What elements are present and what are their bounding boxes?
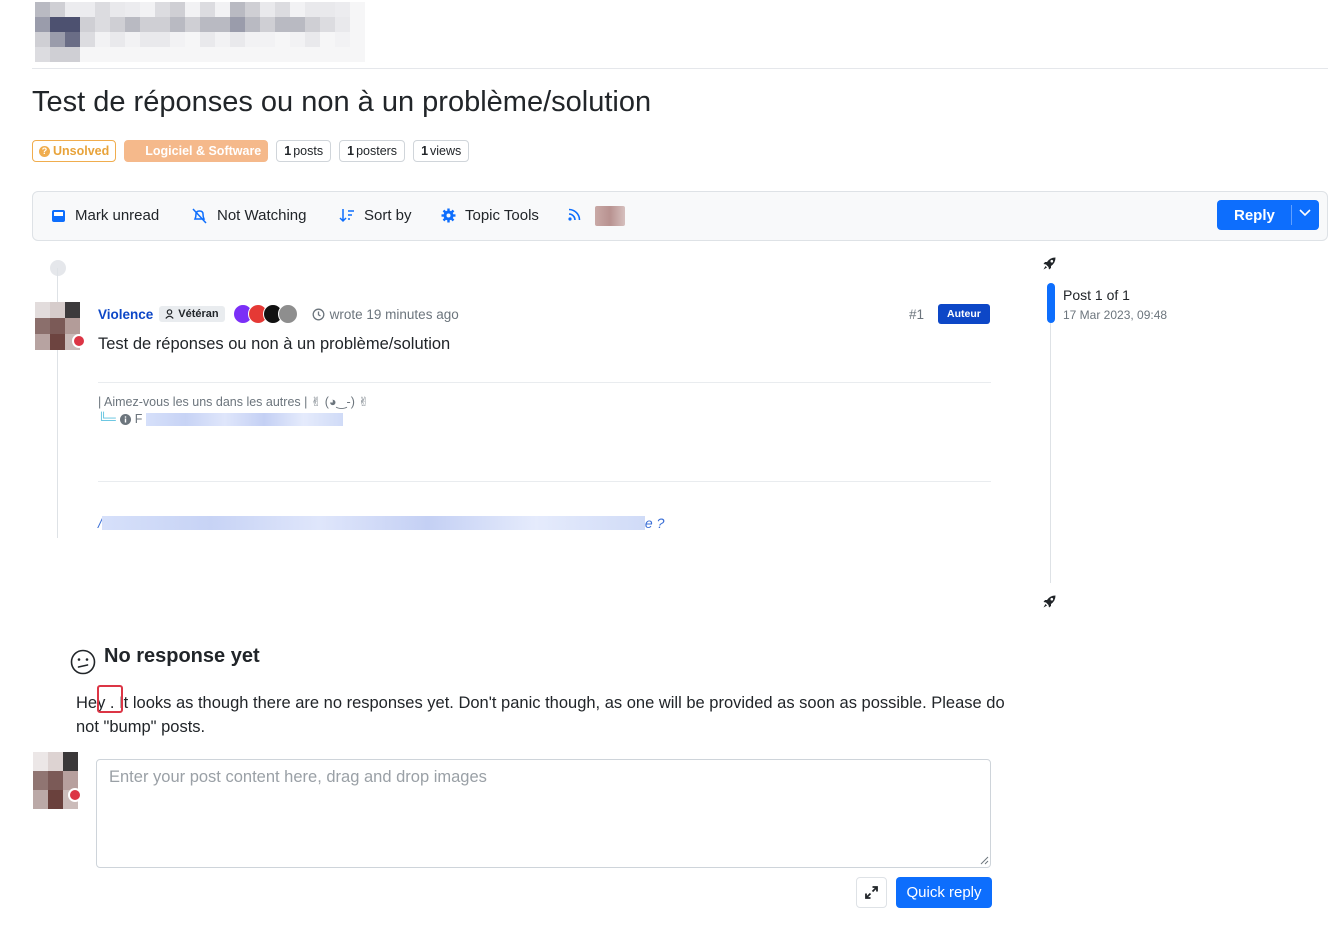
no-response-title: No response yet bbox=[104, 645, 260, 667]
rank-label: Vétéran bbox=[178, 308, 219, 320]
post-number[interactable]: #1 bbox=[909, 307, 924, 322]
chevron-down-icon[interactable] bbox=[1299, 208, 1311, 218]
redacted-text bbox=[146, 412, 344, 426]
gem-group-icon[interactable] bbox=[277, 304, 298, 324]
signature-bottom-divider bbox=[98, 481, 991, 482]
question-icon: ? bbox=[39, 145, 50, 157]
author-name[interactable]: Violence bbox=[98, 307, 153, 322]
rss-button[interactable] bbox=[568, 208, 581, 221]
rocket-icon[interactable] bbox=[1042, 256, 1057, 271]
watching-button[interactable]: Not Watching bbox=[191, 207, 306, 224]
user-avatar-thumbnail[interactable] bbox=[595, 206, 625, 226]
group-badges bbox=[232, 304, 298, 324]
reply-button[interactable]: Reply bbox=[1217, 200, 1319, 230]
quick-reply-button[interactable]: Quick reply bbox=[896, 877, 992, 908]
posts-count-value: 1 bbox=[284, 144, 292, 158]
signature-text-start: F bbox=[134, 412, 143, 426]
related-topic-link[interactable]: / e ? bbox=[98, 515, 664, 531]
signature-corner: ╚═ bbox=[98, 412, 116, 426]
posters-count: 1 posters bbox=[339, 140, 406, 162]
signature-line: | Aimez-vous les uns dans les autres | ✌… bbox=[98, 395, 369, 409]
user-icon bbox=[165, 309, 174, 319]
resize-grip-icon[interactable] bbox=[980, 856, 989, 865]
navigator-track[interactable] bbox=[1050, 283, 1051, 583]
post-header: Violence Vétéran wrote 19 minutes ago bbox=[98, 304, 459, 324]
topic-title: Test de réponses ou non à un problème/so… bbox=[32, 86, 652, 118]
mark-unread-label: Mark unread bbox=[75, 207, 160, 224]
header-divider bbox=[32, 68, 1328, 69]
rocket-icon[interactable] bbox=[1042, 594, 1057, 609]
clock-history-icon bbox=[312, 308, 325, 320]
expand-arrows-icon bbox=[865, 886, 878, 899]
signature-divider bbox=[98, 382, 991, 383]
redacted-link bbox=[101, 516, 645, 530]
category-badge[interactable]: Logiciel & Software bbox=[124, 140, 269, 162]
topic-tags: ? Unsolved Logiciel & Software 1 posts 1p… bbox=[32, 140, 470, 162]
quick-reply-input[interactable] bbox=[96, 759, 991, 868]
post-timestamp[interactable]: wrote 19 minutes ago bbox=[312, 307, 459, 322]
views-count: 1 views bbox=[413, 140, 470, 162]
reply-label: Reply bbox=[1234, 206, 1275, 224]
navigator-position: Post 1 of 1 bbox=[1063, 287, 1130, 303]
gear-icon bbox=[441, 208, 456, 223]
post-timestamp-label: wrote 19 minutes ago bbox=[329, 306, 459, 322]
signature-line-2: ╚═ F bbox=[98, 412, 344, 426]
info-icon bbox=[119, 413, 131, 425]
expand-composer-button[interactable] bbox=[856, 877, 887, 908]
sort-icon bbox=[339, 209, 354, 223]
navigator-handle[interactable] bbox=[1047, 283, 1055, 323]
sort-by-button[interactable]: Sort by bbox=[339, 207, 412, 224]
mark-unread-button[interactable]: Mark unread bbox=[51, 207, 159, 224]
author-badge: Auteur bbox=[938, 304, 990, 324]
reply-divider bbox=[1291, 205, 1292, 225]
watching-label: Not Watching bbox=[217, 207, 307, 224]
offline-status-dot bbox=[68, 788, 82, 802]
inbox-icon bbox=[52, 209, 65, 222]
topic-tools-label: Topic Tools bbox=[465, 207, 539, 224]
rss-icon bbox=[568, 208, 581, 221]
site-logo[interactable] bbox=[35, 2, 365, 62]
confused-face-icon bbox=[70, 649, 96, 675]
timeline-start-dot bbox=[50, 260, 66, 276]
posters-count-value: 1 bbox=[347, 144, 355, 158]
username-highlight-box bbox=[97, 685, 123, 713]
bell-slash-icon bbox=[192, 207, 207, 224]
topic-toolbar: Mark unread Not Watching Sort by Topic T… bbox=[32, 191, 1328, 241]
posters-count-label: posters bbox=[356, 144, 398, 158]
rank-badge: Vétéran bbox=[159, 306, 225, 322]
unsolved-label: Unsolved bbox=[53, 144, 110, 158]
no-response-message: Hey . It looks as though there are no re… bbox=[76, 694, 1005, 736]
topic-tools-button[interactable]: Topic Tools bbox=[441, 207, 539, 224]
unsolved-badge[interactable]: ? Unsolved bbox=[32, 140, 117, 162]
views-count-label: views bbox=[430, 144, 462, 158]
views-count-value: 1 bbox=[421, 144, 429, 158]
posts-count-label: posts bbox=[293, 144, 324, 158]
link-text-end: e ? bbox=[644, 515, 665, 531]
posts-count: 1 posts bbox=[276, 140, 332, 162]
offline-status-dot bbox=[72, 334, 86, 348]
navigator-date: 17 Mar 2023, 09:48 bbox=[1063, 308, 1168, 322]
post-content: Test de réponses ou non à un problème/so… bbox=[98, 335, 451, 353]
sort-by-label: Sort by bbox=[364, 207, 412, 224]
